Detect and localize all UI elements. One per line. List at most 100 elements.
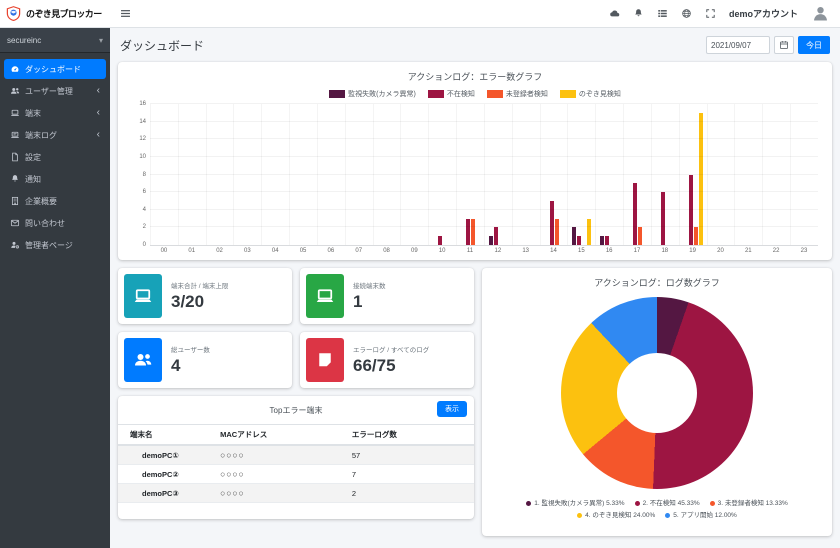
- x-tick-label: 19: [679, 248, 707, 254]
- fullscreen-icon[interactable]: [705, 8, 716, 19]
- bar-segment: [699, 113, 703, 245]
- bar-group: [651, 104, 679, 245]
- legend-dot: [635, 501, 640, 506]
- y-tick-label: 14: [139, 119, 146, 125]
- sidebar-item-label: 通知: [25, 174, 41, 185]
- x-tick-label: 12: [484, 248, 512, 254]
- bar-group: [206, 104, 234, 245]
- top-error-table-card: Topエラー端末 表示 端末名 MACアドレス エラーログ数: [118, 396, 474, 519]
- table-row[interactable]: demoPC② ○○○○ 7: [118, 465, 474, 484]
- sidebar-item-device-logs[interactable]: 端末ログ ‹: [4, 125, 106, 145]
- sidebar-item-dashboard[interactable]: ダッシュボード: [4, 59, 106, 79]
- bar-group: [540, 104, 568, 245]
- sidebar-item-notifications[interactable]: 通知: [4, 169, 106, 189]
- x-tick-label: 10: [428, 248, 456, 254]
- bar-segment: [577, 236, 581, 245]
- stat-cards: 端末合計 / 端末上限 3/20 接続端末数 1: [118, 268, 474, 388]
- bar-segment: [550, 201, 554, 245]
- sidebar-item-company-profile[interactable]: 企業概要: [4, 191, 106, 211]
- bar-xlabels: 0001020304050607080910111213141516171819…: [150, 248, 818, 254]
- column-header-mac-address: MACアドレス: [214, 425, 346, 446]
- device-name: demoPC①: [118, 445, 214, 465]
- sidebar-item-user-management[interactable]: ユーザー管理 ‹: [4, 81, 106, 101]
- column-header-error-count: エラーログ数: [346, 425, 474, 446]
- x-tick-label: 18: [651, 248, 679, 254]
- date-controls: 今日: [706, 36, 830, 54]
- today-button[interactable]: 今日: [798, 36, 830, 54]
- bell-icon[interactable]: [633, 8, 644, 19]
- bell-icon: [10, 174, 20, 184]
- sidebar: のぞき見ブロッカー secureinc ▾ ダッシュボード ユーザー管理 ‹ 端…: [0, 0, 110, 548]
- table-row[interactable]: demoPC① ○○○○ 57: [118, 445, 474, 465]
- brand-name: のぞき見ブロッカー: [26, 7, 102, 20]
- calendar-button[interactable]: [774, 36, 794, 54]
- hamburger-menu-icon[interactable]: [120, 8, 131, 19]
- stat-card-error-logs: エラーログ / すべてのログ 66/75: [300, 332, 474, 388]
- legend-item[interactable]: 1. 監視失敗(カメラ異常) 5.33%: [526, 500, 624, 507]
- bar-segment: [694, 227, 698, 245]
- organization-select[interactable]: secureinc ▾: [0, 28, 110, 53]
- sidebar-item-devices[interactable]: 端末 ‹: [4, 103, 106, 123]
- x-tick-label: 09: [400, 248, 428, 254]
- sidebar-item-admin-page[interactable]: 管理者ページ: [4, 235, 106, 255]
- legend-item[interactable]: 3. 未登録者検知 13.33%: [710, 500, 788, 507]
- x-tick-label: 07: [345, 248, 373, 254]
- show-button[interactable]: 表示: [437, 401, 467, 417]
- bar-group: [345, 104, 373, 245]
- topbar: demoアカウント: [110, 0, 840, 28]
- left-column: 端末合計 / 端末上限 3/20 接続端末数 1: [118, 268, 474, 519]
- bottom-row: 端末合計 / 端末上限 3/20 接続端末数 1: [118, 268, 832, 536]
- legend-item[interactable]: 不在検知: [428, 89, 475, 99]
- bar-segment: [600, 236, 604, 245]
- bar-group: [261, 104, 289, 245]
- date-input[interactable]: [706, 36, 770, 54]
- bar-group: [456, 104, 484, 245]
- globe-icon[interactable]: [681, 8, 692, 19]
- legend-swatch: [487, 90, 503, 98]
- legend-item[interactable]: 4. のぞき見検知 24.00%: [577, 512, 655, 519]
- laptop-icon: [124, 274, 162, 318]
- legend-item[interactable]: 5. アプリ開始 12.00%: [665, 512, 737, 519]
- gridline: [150, 121, 818, 122]
- bar-segment: [494, 227, 498, 245]
- sidebar-menu: ダッシュボード ユーザー管理 ‹ 端末 ‹ 端末ログ ‹ 設定: [0, 53, 110, 263]
- x-tick-label: 15: [567, 248, 595, 254]
- file-icon: [10, 152, 20, 162]
- error-count: 7: [346, 465, 474, 484]
- x-tick-label: 20: [707, 248, 735, 254]
- x-tick-label: 02: [206, 248, 234, 254]
- legend-item[interactable]: 未登録者検知: [487, 89, 548, 99]
- bar-chart: 0246810121416 00010203040506070809101112…: [150, 104, 818, 254]
- list-icon[interactable]: [657, 8, 668, 19]
- stat-label: 端末合計 / 端末上限: [171, 280, 228, 290]
- y-tick-label: 8: [143, 172, 146, 178]
- bar-group: [233, 104, 261, 245]
- cloud-icon[interactable]: [609, 8, 620, 19]
- stat-card-connected-devices: 接続端末数 1: [300, 268, 474, 324]
- bar-group: [484, 104, 512, 245]
- legend-item[interactable]: 監視失敗(カメラ異常): [329, 89, 416, 99]
- legend-item[interactable]: のぞき見検知: [560, 89, 621, 99]
- sidebar-item-settings[interactable]: 設定: [4, 147, 106, 167]
- bar-segment: [555, 219, 559, 245]
- sidebar-item-contact[interactable]: 問い合わせ: [4, 213, 106, 233]
- x-tick-label: 11: [456, 248, 484, 254]
- x-tick-label: 21: [734, 248, 762, 254]
- legend-item[interactable]: 2. 不在検知 45.33%: [635, 500, 700, 507]
- table-row[interactable]: demoPC③ ○○○○ 2: [118, 484, 474, 503]
- avatar[interactable]: [811, 4, 830, 23]
- bar-segment: [689, 175, 693, 246]
- legend-swatch: [428, 90, 444, 98]
- x-tick-label: 17: [623, 248, 651, 254]
- bar-group: [762, 104, 790, 245]
- account-menu[interactable]: demoアカウント: [729, 7, 798, 20]
- topbar-actions: demoアカウント: [609, 4, 830, 23]
- gridline: [150, 156, 818, 157]
- brand-logo[interactable]: のぞき見ブロッカー: [0, 0, 110, 28]
- bar-segment: [638, 227, 642, 245]
- pie-legend: 1. 監視失敗(カメラ異常) 5.33% 2. 不在検知 45.33% 3. 未登録…: [490, 498, 824, 523]
- x-tick-label: 05: [289, 248, 317, 254]
- donut-chart: [561, 297, 753, 489]
- chevron-down-icon: ▾: [99, 36, 103, 45]
- gridline: [150, 209, 818, 210]
